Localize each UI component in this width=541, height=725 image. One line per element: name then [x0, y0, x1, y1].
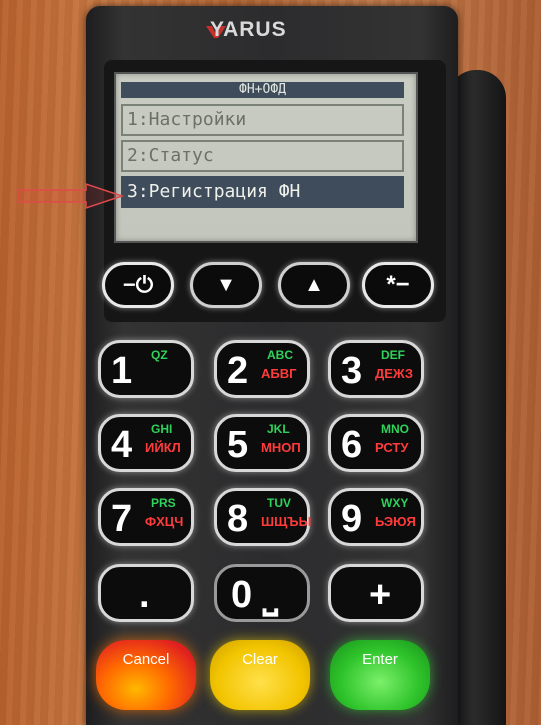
clear-button[interactable]: Clear: [210, 640, 310, 710]
key-digit: +: [369, 574, 392, 616]
key-10[interactable]: .: [98, 564, 194, 622]
key-6[interactable]: 6 MNO РСТУ: [328, 414, 424, 472]
key-digit: .: [139, 574, 150, 616]
key-digit: 2: [227, 350, 249, 392]
key-latin-letters: QZ: [151, 348, 168, 362]
key-cyrillic-letters: ШЩЪЫ: [261, 514, 312, 529]
screen-title: ФН+ОФД: [121, 82, 404, 98]
cancel-button[interactable]: Cancel: [96, 640, 196, 710]
key-digit: 9: [341, 498, 363, 540]
key-digit: 8: [227, 498, 249, 540]
key-9[interactable]: 9 WXY ЬЭЮЯ: [328, 488, 424, 546]
key-latin-letters: JKL: [267, 422, 290, 436]
key-cyrillic-letters: МНОП: [261, 440, 301, 455]
key-5[interactable]: 5 JKL МНОП: [214, 414, 310, 472]
brand-label: YARUS: [210, 18, 287, 41]
key-cyrillic-letters: РСТУ: [375, 440, 409, 455]
key-latin-letters: MNO: [381, 422, 409, 436]
key-12[interactable]: +: [328, 564, 424, 622]
enter-button[interactable]: Enter: [330, 640, 430, 710]
star-minus-key[interactable]: *−: [362, 262, 434, 308]
minus-power-icon: −⏻: [122, 272, 154, 297]
key-latin-letters: WXY: [381, 496, 409, 510]
menu-item-status[interactable]: 2:Статус: [121, 140, 404, 172]
key-11[interactable]: 0 ⎵: [214, 564, 310, 622]
key-4[interactable]: 4 GHI ИЙКЛ: [98, 414, 194, 472]
power-key[interactable]: −⏻: [102, 262, 174, 308]
key-latin-letters: DEF: [381, 348, 405, 362]
key-digit: 4: [111, 424, 133, 466]
key-digit: 3: [341, 350, 363, 392]
key-latin-letters: ABC: [267, 348, 293, 362]
pointer-arrow-icon: [17, 182, 125, 210]
star-minus-icon: *−: [386, 271, 410, 298]
key-1[interactable]: 1 QZ: [98, 340, 194, 398]
menu-item-settings[interactable]: 1:Настройки: [121, 104, 404, 136]
key-cyrillic-letters: ЬЭЮЯ: [375, 514, 416, 529]
key-latin-letters: TUV: [267, 496, 291, 510]
key-8[interactable]: 8 TUV ШЩЪЫ: [214, 488, 312, 546]
key-cyrillic-letters: ИЙКЛ: [145, 440, 181, 455]
key-digit: 1: [111, 350, 133, 392]
key-latin-letters: PRS: [151, 496, 176, 510]
key-latin-letters: GHI: [151, 422, 173, 436]
menu-item-registration[interactable]: 3:Регистрация ФН: [121, 176, 404, 208]
key-digit: 7: [111, 498, 133, 540]
key-digit: 6: [341, 424, 363, 466]
key-digit: 5: [227, 424, 249, 466]
up-key[interactable]: ▲: [278, 262, 350, 308]
key-digit: 0 ⎵: [231, 574, 278, 616]
key-2[interactable]: 2 ABC АБВГ: [214, 340, 310, 398]
key-cyrillic-letters: ДЕЖЗ: [375, 366, 413, 381]
arrow-up-icon: ▲: [304, 273, 324, 296]
key-cyrillic-letters: АБВГ: [261, 366, 297, 381]
arrow-down-icon: ▼: [216, 273, 236, 296]
key-3[interactable]: 3 DEF ДЕЖЗ: [328, 340, 424, 398]
down-key[interactable]: ▼: [190, 262, 262, 308]
key-cyrillic-letters: ФХЦЧ: [145, 514, 184, 529]
key-7[interactable]: 7 PRS ФХЦЧ: [98, 488, 194, 546]
